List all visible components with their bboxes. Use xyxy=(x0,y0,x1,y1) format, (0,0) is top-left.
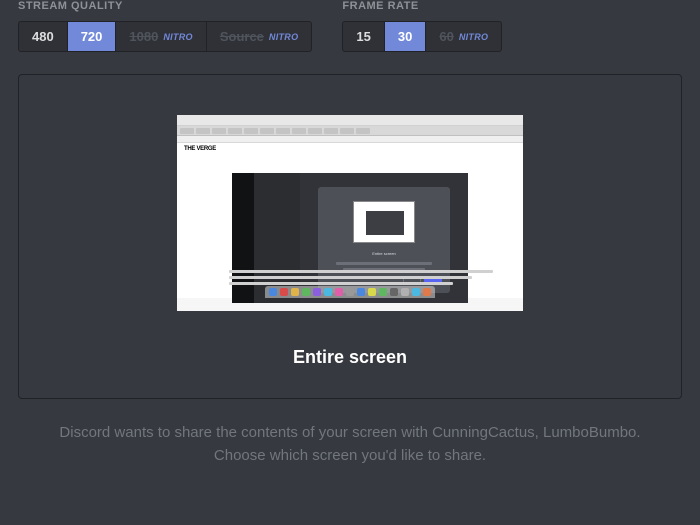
screen-preview-caption: Entire screen xyxy=(293,347,407,368)
screen-thumbnail[interactable]: THE VERGE Entire screen xyxy=(177,115,523,311)
stream-quality-group: STREAM QUALITY 480 720 1080NITRO SourceN… xyxy=(18,0,312,52)
settings-row: STREAM QUALITY 480 720 1080NITRO SourceN… xyxy=(0,0,700,52)
frame-rate-group: FRAME RATE 15 30 60NITRO xyxy=(342,0,502,52)
screen-preview-panel: THE VERGE Entire screen xyxy=(18,74,682,399)
nitro-badge: NITRO xyxy=(269,32,299,42)
framerate-15-button[interactable]: 15 xyxy=(343,22,384,51)
quality-1080-button[interactable]: 1080NITRO xyxy=(116,22,206,51)
quality-480-button[interactable]: 480 xyxy=(19,22,68,51)
nitro-badge: NITRO xyxy=(459,32,489,42)
nitro-badge: NITRO xyxy=(163,32,193,42)
share-prompt-line2: Choose which screen you'd like to share. xyxy=(30,444,670,467)
frame-rate-label: FRAME RATE xyxy=(342,0,502,12)
share-prompt-text: Discord wants to share the contents of y… xyxy=(0,421,700,468)
frame-rate-segmented: 15 30 60NITRO xyxy=(342,21,502,52)
framerate-30-button[interactable]: 30 xyxy=(385,22,426,51)
quality-source-button[interactable]: SourceNITRO xyxy=(207,22,312,51)
framerate-60-button[interactable]: 60NITRO xyxy=(426,22,501,51)
quality-720-button[interactable]: 720 xyxy=(68,22,117,51)
stream-quality-label: STREAM QUALITY xyxy=(18,0,312,12)
share-prompt-line1: Discord wants to share the contents of y… xyxy=(30,421,670,444)
stream-quality-segmented: 480 720 1080NITRO SourceNITRO xyxy=(18,21,312,52)
